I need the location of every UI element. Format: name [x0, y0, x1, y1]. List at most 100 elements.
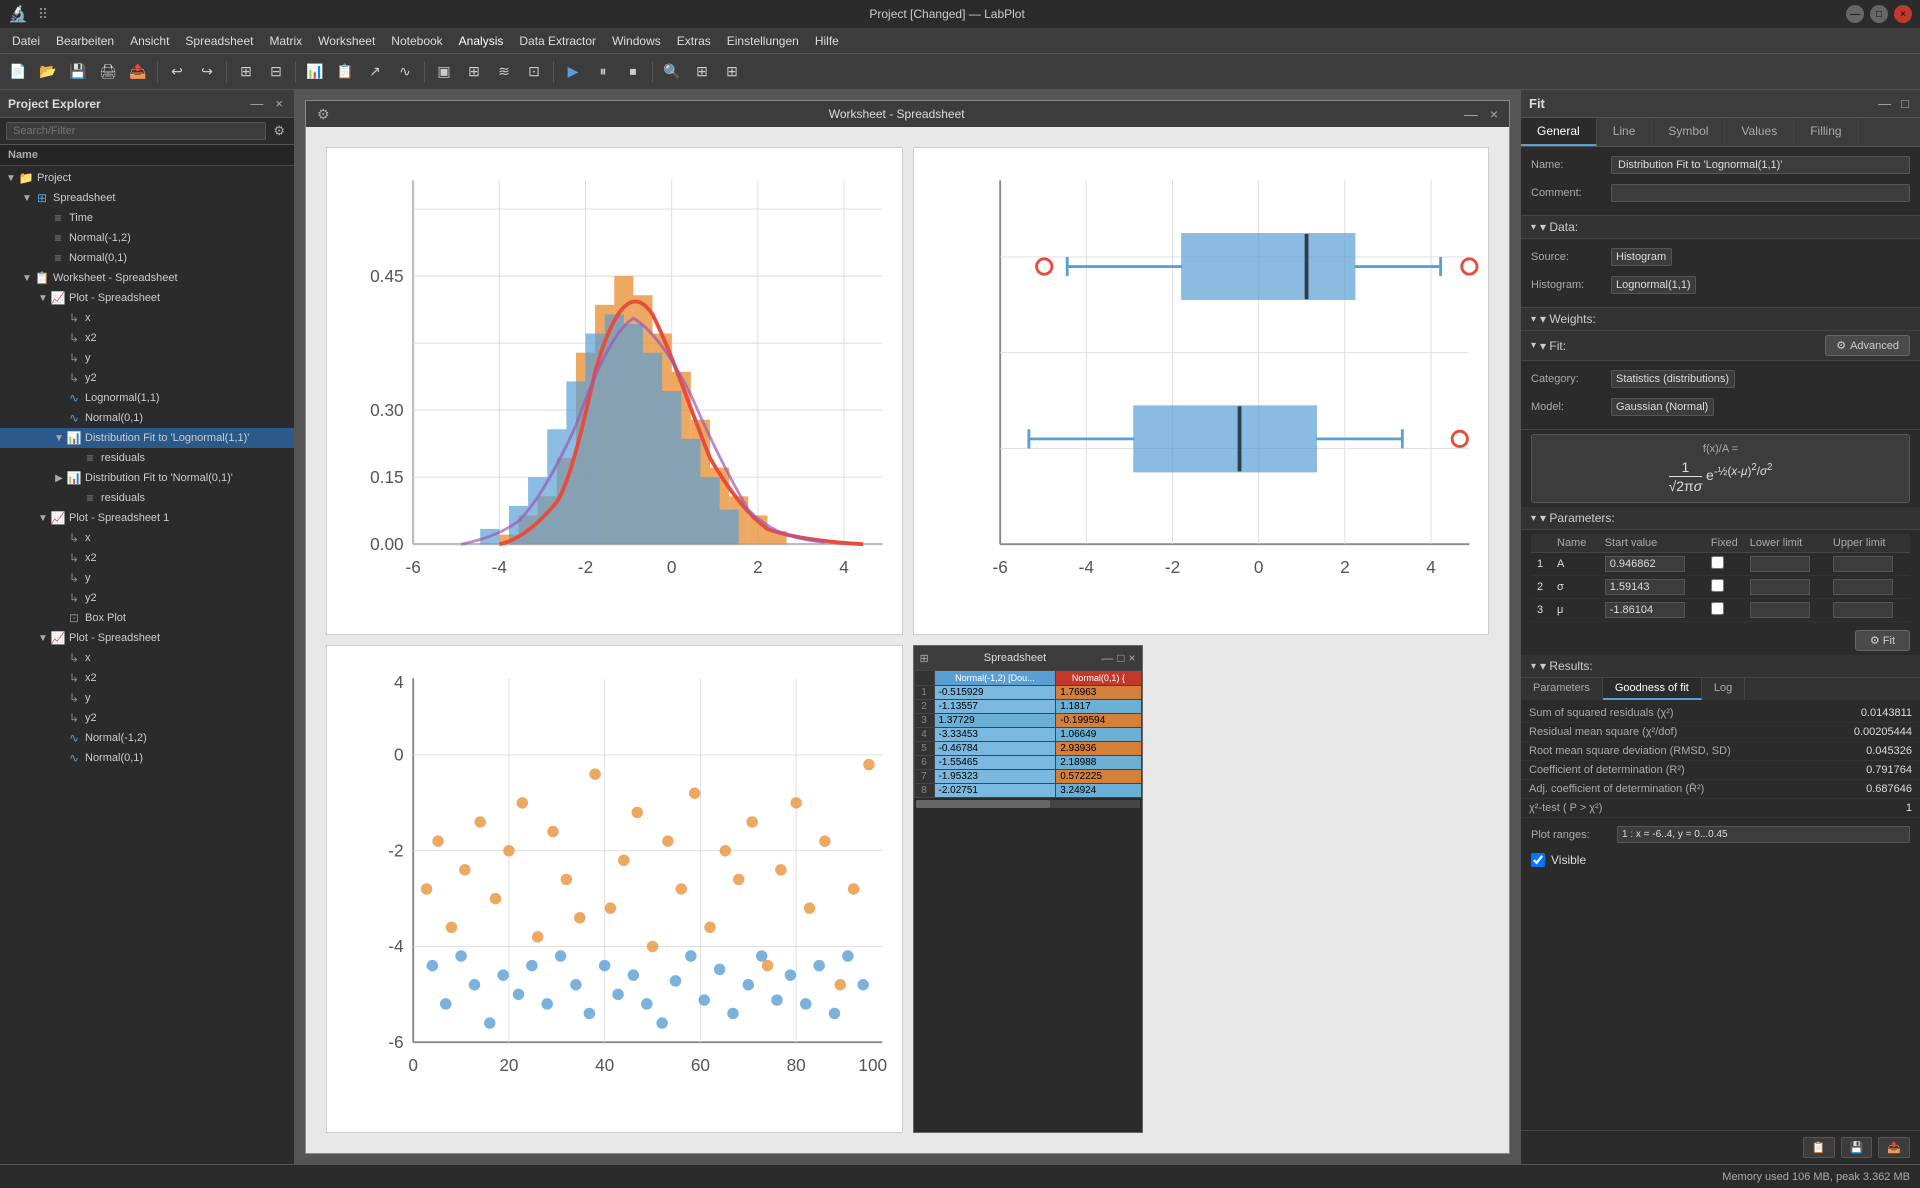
- menu-matrix[interactable]: Matrix: [261, 31, 310, 51]
- cell-normal12[interactable]: -1.13557: [934, 700, 1056, 714]
- menu-extras[interactable]: Extras: [669, 31, 719, 51]
- param-lower[interactable]: [1744, 553, 1827, 576]
- cell-normal01[interactable]: 0.572225: [1056, 770, 1141, 784]
- histogram-chart[interactable]: 0.00 0.15 0.30 0.45 -6 -4 -2 0 2 4: [326, 147, 903, 635]
- tree-item-residuals2[interactable]: ▼ ≡ residuals: [0, 488, 294, 508]
- tree-item-plot-ss1[interactable]: ▼ 📈 Plot - Spreadsheet 1: [0, 508, 294, 528]
- param-lower[interactable]: [1744, 576, 1827, 599]
- cell-normal01[interactable]: 1.06649: [1056, 728, 1141, 742]
- cell-normal12[interactable]: -0.46784: [934, 742, 1056, 756]
- model-select[interactable]: Gaussian (Normal): [1611, 398, 1714, 416]
- tree-item-x2a[interactable]: ▼ ↳ x2: [0, 328, 294, 348]
- param-fixed[interactable]: [1705, 553, 1744, 576]
- tree-item-plot-ss2[interactable]: ▼ 📈 Plot - Spreadsheet: [0, 628, 294, 648]
- plot-ranges-select[interactable]: 1 : x = -6..4, y = 0...0.45: [1617, 826, 1910, 843]
- add-arrow-btn[interactable]: ↗: [361, 58, 389, 86]
- menu-analysis[interactable]: Analysis: [451, 31, 512, 51]
- window-min-btn[interactable]: —: [1461, 106, 1481, 122]
- name-input[interactable]: [1611, 156, 1910, 174]
- spreadsheet-row[interactable]: 2 -1.13557 1.1817: [914, 700, 1141, 714]
- tree-item-spreadsheet[interactable]: ▼ ⊞ Spreadsheet: [0, 188, 294, 208]
- window-close-btn[interactable]: ×: [1487, 106, 1501, 122]
- advanced-btn[interactable]: ⚙ Advanced: [1825, 335, 1910, 356]
- tree-item-normal12[interactable]: ▼ ≡ Normal(-1,2): [0, 228, 294, 248]
- menu-notebook[interactable]: Notebook: [383, 31, 450, 51]
- scrollbar-h[interactable]: [916, 800, 1140, 808]
- print-btn[interactable]: 🖨: [94, 58, 122, 86]
- tree-item-normal12b[interactable]: ▼ ∿ Normal(-1,2): [0, 728, 294, 748]
- save-btn[interactable]: 💾: [64, 58, 92, 86]
- tree-item-x1[interactable]: ▼ ↳ x: [0, 308, 294, 328]
- cell-normal12[interactable]: -0.515929: [934, 686, 1056, 700]
- cell-normal12[interactable]: -1.55465: [934, 756, 1056, 770]
- menu-data-extractor[interactable]: Data Extractor: [511, 31, 604, 51]
- menu-spreadsheet[interactable]: Spreadsheet: [177, 31, 261, 51]
- cell-normal12[interactable]: 1.37729: [934, 714, 1056, 728]
- comment-input[interactable]: [1611, 184, 1910, 202]
- tree-item-y2a[interactable]: ▼ ↳ y2: [0, 368, 294, 388]
- tree-item-x6[interactable]: ▼ ↳ x2: [0, 668, 294, 688]
- spreadsheet-scroll[interactable]: Normal(-1,2) [Dou... Normal(0,1) { 1 -0.…: [914, 670, 1142, 798]
- undo-btn[interactable]: ↩: [163, 58, 191, 86]
- menu-bearbeiten[interactable]: Bearbeiten: [48, 31, 122, 51]
- menu-windows[interactable]: Windows: [604, 31, 669, 51]
- tree-item-dist-fit-log[interactable]: ▼ 📊 Distribution Fit to 'Lognormal(1,1)': [0, 428, 294, 448]
- filter-btn[interactable]: ⚙: [270, 122, 288, 140]
- new-btn[interactable]: 📄: [4, 58, 32, 86]
- add-func-btn[interactable]: ∿: [391, 58, 419, 86]
- fit-execute-btn[interactable]: ⚙ Fit: [1855, 630, 1910, 651]
- cell-normal01[interactable]: 2.18988: [1056, 756, 1141, 770]
- spreadsheet-row[interactable]: 5 -0.46784 2.93936: [914, 742, 1141, 756]
- scatter-chart[interactable]: -6 -4 -2 0 4 0 20 40 60 80 100: [326, 645, 903, 1133]
- cell-normal01[interactable]: 1.76963: [1056, 686, 1141, 700]
- menu-worksheet[interactable]: Worksheet: [310, 31, 383, 51]
- histogram-select[interactable]: Lognormal(1,1): [1611, 276, 1696, 294]
- params-section-header[interactable]: ▾ ▾ Parameters:: [1521, 507, 1920, 530]
- results-section-header[interactable]: ▾ ▾ Results:: [1521, 655, 1920, 678]
- tree-item-residuals1[interactable]: ▼ ≡ residuals: [0, 448, 294, 468]
- weights-section-header[interactable]: ▾ ▾ Weights:: [1521, 308, 1920, 331]
- result-tab-log[interactable]: Log: [1702, 678, 1745, 700]
- result-tab-params[interactable]: Parameters: [1521, 678, 1603, 700]
- visible-checkbox[interactable]: [1531, 853, 1545, 867]
- panel-close-btn[interactable]: ×: [272, 95, 286, 112]
- tree-item-lognormal[interactable]: ▼ ∿ Lognormal(1,1): [0, 388, 294, 408]
- tree-item-plot-ss[interactable]: ▼ 📈 Plot - Spreadsheet: [0, 288, 294, 308]
- plot-type-btn[interactable]: ▣: [430, 58, 458, 86]
- param-upper[interactable]: [1827, 576, 1910, 599]
- grid-toggle-btn[interactable]: ⊞: [718, 58, 746, 86]
- tree-item-x3[interactable]: ▼ ↳ x: [0, 528, 294, 548]
- popup-close-btn[interactable]: ×: [1128, 651, 1135, 665]
- cell-normal01[interactable]: -0.199594: [1056, 714, 1141, 728]
- param-fixed[interactable]: [1705, 599, 1744, 622]
- tree-item-y3[interactable]: ▼ ↳ y: [0, 568, 294, 588]
- pause-btn[interactable]: ⏸: [589, 58, 617, 86]
- menu-einstellungen[interactable]: Einstellungen: [719, 31, 807, 51]
- menu-hilfe[interactable]: Hilfe: [807, 31, 847, 51]
- plot-type4-btn[interactable]: ⊡: [520, 58, 548, 86]
- spreadsheet-row[interactable]: 8 -2.02751 3.24924: [914, 784, 1141, 798]
- source-select[interactable]: Histogram: [1611, 248, 1672, 266]
- col-header-normal12[interactable]: Normal(-1,2) [Dou...: [934, 671, 1056, 686]
- tree-item-y1[interactable]: ▼ ↳ y: [0, 348, 294, 368]
- category-select[interactable]: Statistics (distributions): [1611, 370, 1735, 388]
- tree-item-y6[interactable]: ▼ ↳ y2: [0, 708, 294, 728]
- window-settings-btn[interactable]: ⚙: [314, 106, 333, 123]
- select-btn[interactable]: ⊞: [232, 58, 260, 86]
- action-btn-2[interactable]: 💾: [1841, 1137, 1873, 1158]
- spreadsheet-row[interactable]: 7 -1.95323 0.572225: [914, 770, 1141, 784]
- popup-min-btn[interactable]: —: [1101, 651, 1113, 665]
- result-tab-goodness[interactable]: Goodness of fit: [1603, 678, 1702, 700]
- zoom-btn[interactable]: 🔍: [658, 58, 686, 86]
- tab-general[interactable]: General: [1521, 118, 1597, 146]
- tree-item-x5[interactable]: ▼ ↳ x: [0, 648, 294, 668]
- param-upper[interactable]: [1827, 599, 1910, 622]
- open-btn[interactable]: 📂: [34, 58, 62, 86]
- menu-datei[interactable]: Datei: [4, 31, 48, 51]
- tree-item-normal01[interactable]: ▼ ≡ Normal(0,1): [0, 248, 294, 268]
- plot-type3-btn[interactable]: ≋: [490, 58, 518, 86]
- maximize-btn[interactable]: □: [1870, 5, 1888, 23]
- action-btn-1[interactable]: 📋: [1803, 1137, 1835, 1158]
- spreadsheet-row[interactable]: 1 -0.515929 1.76963: [914, 686, 1141, 700]
- export-btn[interactable]: 📤: [124, 58, 152, 86]
